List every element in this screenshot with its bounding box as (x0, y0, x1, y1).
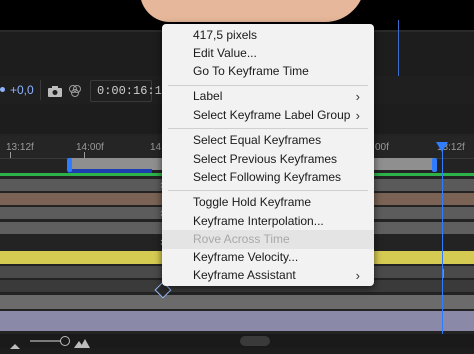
playhead-line[interactable] (442, 150, 443, 334)
chevron-right-icon: › (355, 108, 360, 123)
menu-item-label: Select Keyframe Label Group (193, 108, 351, 122)
toolbar-divider (40, 80, 41, 100)
timecode-text: 0:00:16:11 (97, 84, 170, 98)
menu-item-select-following-keyframes[interactable]: Select Following Keyframes (162, 168, 374, 187)
zoom-in-icon[interactable] (74, 335, 90, 348)
ruler-tick: 14:00f (76, 142, 104, 153)
ruler-tick: 14 (150, 142, 162, 153)
menu-item-value[interactable]: 417,5 pixels (162, 26, 374, 45)
ruler-tick-mark (10, 152, 11, 158)
preview-content (140, 0, 365, 22)
menu-item-keyframe-velocity[interactable]: Keyframe Velocity... (162, 248, 374, 267)
menu-item-label: Keyframe Interpolation... (193, 214, 324, 228)
menu-separator (168, 85, 368, 86)
work-area-start-handle[interactable] (67, 158, 72, 172)
menu-item-label: Edit Value... (193, 46, 257, 60)
menu-item-toggle-hold-keyframe[interactable]: Toggle Hold Keyframe (162, 193, 374, 212)
layer-track[interactable] (0, 295, 474, 309)
menu-item-label-submenu[interactable]: Label › (162, 87, 374, 106)
menu-item-go-to-keyframe-time[interactable]: Go To Keyframe Time (162, 62, 374, 81)
zoom-slider-knob[interactable] (60, 336, 70, 346)
menu-item-select-keyframe-label-group[interactable]: Select Keyframe Label Group › (162, 106, 374, 125)
timeline-footer (0, 334, 474, 348)
menu-item-label: Select Following Keyframes (193, 170, 342, 184)
menu-item-label: Select Previous Keyframes (193, 152, 338, 166)
menu-item-label: Toggle Hold Keyframe (193, 195, 312, 209)
timecode-field[interactable]: 0:00:16:11 (90, 80, 169, 102)
menu-item-label: Label (193, 89, 223, 103)
ruler-tick: 00f (375, 142, 389, 153)
offset-value[interactable]: +0,0 (10, 83, 34, 97)
menu-item-label: Select Equal Keyframes (193, 133, 322, 147)
menu-item-label: Rove Across Time (193, 232, 290, 246)
menu-item-rove-across-time: Rove Across Time (162, 230, 374, 249)
menu-item-edit-value[interactable]: Edit Value... (162, 44, 374, 63)
camera-icon[interactable] (48, 84, 62, 97)
work-area-end-handle[interactable] (432, 158, 437, 172)
chevron-right-icon: › (355, 268, 360, 283)
menu-item-select-previous-keyframes[interactable]: Select Previous Keyframes (162, 150, 374, 169)
menu-item-label: Keyframe Assistant (193, 268, 296, 282)
menu-separator (168, 190, 368, 191)
menu-item-keyframe-assistant[interactable]: Keyframe Assistant › (162, 266, 374, 285)
zoom-out-icon[interactable] (10, 336, 20, 349)
playhead-handle[interactable] (436, 142, 448, 152)
context-menu: 417,5 pixels Edit Value... Go To Keyfram… (162, 24, 374, 286)
dot-icon (0, 87, 5, 92)
menu-separator (168, 128, 368, 129)
menu-item-label: Go To Keyframe Time (193, 64, 309, 78)
layer-track[interactable] (0, 311, 474, 331)
color-channel-icon[interactable] (68, 84, 82, 97)
horizontal-scrollbar[interactable] (240, 336, 270, 346)
menu-item-select-equal-keyframes[interactable]: Select Equal Keyframes (162, 131, 374, 150)
menu-item-label: 417,5 pixels (193, 28, 258, 42)
menu-item-keyframe-interpolation[interactable]: Keyframe Interpolation... (162, 212, 374, 231)
chevron-right-icon: › (355, 89, 360, 104)
menu-item-label: Keyframe Velocity... (193, 250, 299, 264)
